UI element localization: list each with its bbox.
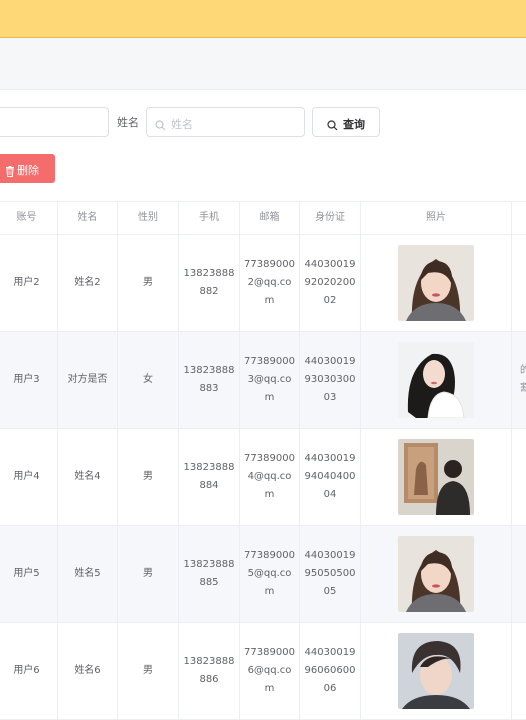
- account-cell: 用户4: [0, 429, 58, 525]
- photo-cell: [361, 526, 512, 622]
- extra-cell: [512, 623, 526, 719]
- phone-cell: 13823888883: [179, 332, 240, 428]
- column-header-email[interactable]: 邮箱: [240, 202, 300, 234]
- breadcrumb-bar: [0, 38, 526, 90]
- name-cell: 对方是否: [58, 332, 118, 428]
- table-row: 用户3 对方是否女 13823888883 773890003@qq.com 44030…: [0, 332, 526, 429]
- email-text: 773890005@qq.com: [244, 550, 295, 597]
- gender-cell: 男: [118, 526, 179, 622]
- photo-cell: [361, 332, 512, 428]
- email-cell: 773890003@qq.com: [240, 332, 300, 428]
- table-header: 账号 姓名 性别 手机 邮箱 身份证 照片: [0, 201, 526, 235]
- account-cell: 用户5: [0, 526, 58, 622]
- top-header-bar: [0, 0, 526, 38]
- table-row: 用户2 姓名2 男 13823888882 773890002@qq.com 440300…: [0, 235, 526, 332]
- table-row: 用户4 姓名4 男 13823888884 773890004@qq.com 440300…: [0, 429, 526, 526]
- id-card-text: 440300199202020002: [304, 259, 356, 306]
- column-header-gender[interactable]: 性别: [118, 202, 179, 234]
- phone-text: 13823888884: [183, 462, 235, 491]
- name-cell: 姓名6: [58, 623, 118, 719]
- delete-button-label: 删除: [17, 164, 39, 177]
- name-cell: 姓名5: [58, 526, 118, 622]
- email-text: 773890004@qq.com: [244, 453, 295, 500]
- id-card-text: 440300199303030003: [304, 356, 356, 403]
- photo-cell: [361, 623, 512, 719]
- extra-cell: [512, 235, 526, 331]
- id-card-cell: 440300199303030003: [300, 332, 361, 428]
- phone-cell: 13823888886: [179, 623, 240, 719]
- id-card-cell: 440300199505050005: [300, 526, 361, 622]
- account-cell: 用户6: [0, 623, 58, 719]
- email-cell: 773890005@qq.com: [240, 526, 300, 622]
- query-button[interactable]: 查询: [312, 107, 380, 137]
- extra-text: 的 割: [520, 365, 526, 394]
- email-text: 773890003@qq.com: [244, 356, 295, 403]
- extra-cell: [512, 429, 526, 525]
- phone-text: 13823888886: [183, 656, 235, 685]
- phone-cell: 13823888885: [179, 526, 240, 622]
- gender-cell: 男: [118, 235, 179, 331]
- photo-cell: [361, 429, 512, 525]
- email-text: 773890002@qq.com: [244, 259, 295, 306]
- user-photo[interactable]: [398, 245, 474, 321]
- name-cell: 姓名2: [58, 235, 118, 331]
- column-header-extra: [512, 202, 526, 234]
- user-photo[interactable]: [398, 633, 474, 709]
- id-card-text: 440300199404040004: [304, 453, 356, 500]
- trash-icon: [5, 162, 15, 181]
- search-form: 姓名 姓名 查询: [0, 107, 526, 137]
- user-photo[interactable]: [398, 342, 474, 418]
- email-text: 773890006@qq.com: [244, 647, 295, 694]
- user-photo[interactable]: [398, 536, 474, 612]
- extra-cell: [512, 526, 526, 622]
- column-header-account[interactable]: 账号: [0, 202, 58, 234]
- name-input-placeholder: 姓名: [171, 118, 193, 131]
- search-icon: [155, 116, 166, 135]
- id-card-text: 440300199606060006: [304, 647, 356, 694]
- query-button-label: 查询: [343, 118, 365, 131]
- extra-cell: 的 割: [512, 332, 526, 428]
- name-label: 姓名: [117, 116, 139, 129]
- search-icon: [327, 116, 338, 135]
- name-search-input[interactable]: 姓名: [146, 107, 305, 137]
- email-cell: 773890002@qq.com: [240, 235, 300, 331]
- phone-text: 13823888882: [183, 268, 235, 297]
- phone-cell: 13823888882: [179, 235, 240, 331]
- name-cell: 姓名4: [58, 429, 118, 525]
- column-header-photo[interactable]: 照片: [361, 202, 512, 234]
- phone-cell: 13823888884: [179, 429, 240, 525]
- column-header-name[interactable]: 姓名: [58, 202, 118, 234]
- gender-cell: 女: [118, 332, 179, 428]
- table-row: 用户6 姓名6 男 13823888886 773890006@qq.com 440300…: [0, 623, 526, 720]
- phone-text: 13823888885: [183, 559, 235, 588]
- account-search-input[interactable]: [0, 107, 109, 137]
- user-photo[interactable]: [398, 439, 474, 515]
- column-header-id-card[interactable]: 身份证: [300, 202, 361, 234]
- gender-cell: 男: [118, 429, 179, 525]
- id-card-text: 440300199505050005: [304, 550, 356, 597]
- id-card-cell: 440300199404040004: [300, 429, 361, 525]
- delete-button[interactable]: 删除: [0, 154, 55, 183]
- phone-text: 13823888883: [183, 365, 235, 394]
- account-cell: 用户2: [0, 235, 58, 331]
- gender-cell: 男: [118, 623, 179, 719]
- table-row: 用户5 姓名5 男 13823888885 773890005@qq.com 440300…: [0, 526, 526, 623]
- email-cell: 773890004@qq.com: [240, 429, 300, 525]
- column-header-phone[interactable]: 手机: [179, 202, 240, 234]
- photo-cell: [361, 235, 512, 331]
- id-card-cell: 440300199202020002: [300, 235, 361, 331]
- account-cell: 用户3: [0, 332, 58, 428]
- id-card-cell: 440300199606060006: [300, 623, 361, 719]
- email-cell: 773890006@qq.com: [240, 623, 300, 719]
